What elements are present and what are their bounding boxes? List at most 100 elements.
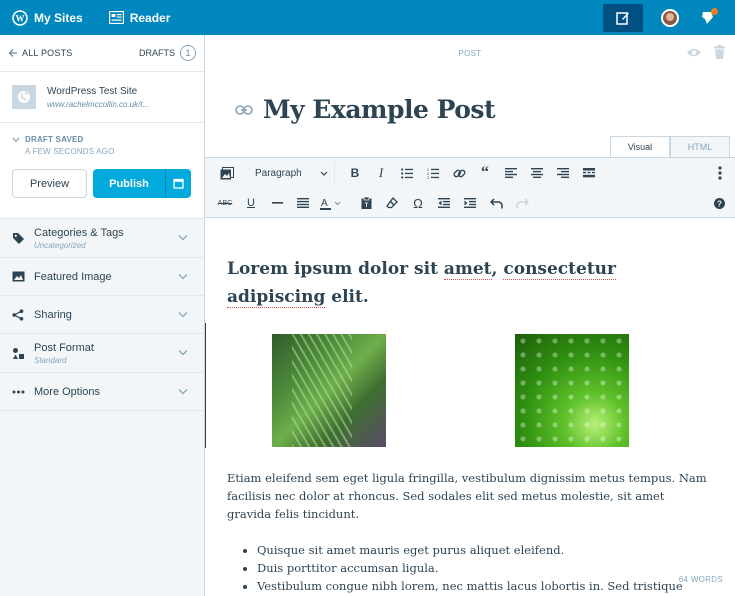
vertical-ellipsis-icon (718, 166, 722, 180)
site-title: WordPress Test Site (47, 85, 138, 97)
italic-icon: I (378, 165, 384, 180)
heading-text: , (491, 259, 504, 279)
gallery-image-fern[interactable] (272, 334, 386, 447)
sidebar-item-label: Featured Image (34, 270, 112, 283)
toolbar-toggle-button[interactable] (712, 165, 728, 181)
notifications-button[interactable] (701, 8, 718, 25)
my-sites-link[interactable]: W My Sites (0, 0, 91, 35)
undo-button[interactable] (488, 195, 504, 211)
justify-icon (297, 198, 309, 208)
strikethrough-icon: ABC (217, 199, 233, 207)
redo-button[interactable] (514, 195, 530, 211)
chevron-down-icon (178, 273, 188, 279)
sidebar-item-post-format[interactable]: Post Format Standard (0, 334, 204, 373)
schedule-button[interactable] (165, 169, 191, 198)
sidebar-item-more-options[interactable]: More Options (0, 373, 204, 411)
avatar[interactable] (661, 8, 679, 27)
drafts-count: 1 (180, 45, 196, 61)
editor-toolbar: Paragraph B I 123 “ ABC U A T Ω ? (205, 157, 735, 218)
format-select[interactable]: Paragraph (241, 162, 335, 184)
content-list[interactable]: Quisque sit amet mauris eget purus aliqu… (257, 541, 697, 595)
svg-text:?: ? (717, 199, 722, 208)
paste-text-button[interactable]: T (358, 195, 374, 211)
sidebar-item-label: Categories & Tags (34, 226, 124, 239)
share-icon (12, 308, 26, 321)
heading-misspelled-word[interactable]: consectetur (503, 259, 616, 280)
site-card[interactable]: WordPress Test Site www.rachelmccollin.c… (0, 72, 204, 123)
gallery-image-leaf[interactable] (515, 334, 629, 447)
preview-button[interactable]: Preview (12, 169, 87, 198)
editor-content[interactable]: Lorem ipsum dolor sit amet, consectetur … (227, 255, 707, 311)
permalink-icon[interactable] (235, 104, 253, 115)
special-character-button[interactable]: Ω (410, 195, 426, 211)
bullet-list-icon (401, 167, 413, 179)
chevron-down-icon (320, 171, 328, 176)
help-icon: ? (713, 197, 725, 209)
clipboard-icon: T (361, 197, 371, 209)
chevron-down-icon (178, 350, 188, 356)
sidebar-item-featured-image[interactable]: Featured Image (0, 258, 204, 296)
italic-button[interactable]: I (373, 165, 389, 181)
align-left-button[interactable] (503, 165, 519, 181)
drafts-link[interactable]: DRAFTS 1 (139, 45, 196, 61)
write-button[interactable] (603, 3, 643, 32)
help-button[interactable]: ? (711, 195, 727, 211)
tab-visual[interactable]: Visual (610, 136, 670, 157)
arrow-left-icon (8, 49, 17, 57)
horizontal-rule-button[interactable] (269, 195, 285, 211)
blockquote-button[interactable]: “ (477, 165, 493, 181)
svg-text:3: 3 (427, 176, 429, 179)
draft-status-label: DRAFT SAVED (25, 135, 84, 144)
post-type-label: POST (458, 49, 482, 58)
reader-link[interactable]: Reader (101, 0, 179, 35)
insert-link-button[interactable] (451, 165, 467, 181)
heading-misspelled-word[interactable]: adipiscing (227, 287, 326, 308)
post-title[interactable]: My Example Post (263, 95, 496, 124)
align-right-icon (557, 168, 569, 178)
insert-more-button[interactable] (581, 165, 597, 181)
strikethrough-button[interactable]: ABC (217, 195, 233, 211)
tab-html[interactable]: HTML (670, 136, 730, 157)
content-paragraph[interactable]: Etiam eleifend sem eget ligula fringilla… (227, 469, 707, 523)
write-icon (616, 11, 629, 25)
undo-icon (489, 197, 503, 208)
link-icon (452, 169, 466, 177)
list-item: Vestibulum congue nibh lorem, nec mattis… (257, 577, 697, 595)
add-media-button[interactable] (219, 165, 235, 181)
indent-button[interactable] (462, 195, 478, 211)
ellipsis-icon (12, 390, 26, 394)
sidebar-item-sharing[interactable]: Sharing (0, 296, 204, 334)
quote-icon: “ (481, 164, 489, 181)
align-center-button[interactable] (529, 165, 545, 181)
bullet-list-button[interactable] (399, 165, 415, 181)
publish-button[interactable]: Publish (93, 169, 165, 198)
all-posts-label: ALL POSTS (22, 48, 73, 58)
text-color-icon: A (320, 198, 341, 210)
image-gallery[interactable] (205, 323, 705, 448)
add-media-icon (220, 166, 234, 179)
text-color-button[interactable]: A (320, 195, 348, 211)
trash-button[interactable] (714, 45, 725, 59)
underline-icon: U (247, 197, 255, 209)
post-status: DRAFT SAVED A FEW SECONDS AGO Preview Pu… (0, 123, 204, 219)
read-more-icon (583, 168, 595, 178)
bold-button[interactable]: B (347, 165, 363, 181)
my-sites-label: My Sites (34, 10, 83, 25)
clear-formatting-button[interactable] (384, 195, 400, 211)
all-posts-link[interactable]: ALL POSTS (8, 48, 73, 58)
align-left-icon (505, 168, 517, 178)
heading-misspelled-word[interactable]: amet (443, 259, 492, 280)
preview-eye-button[interactable] (686, 47, 702, 58)
outdent-button[interactable] (436, 195, 452, 211)
svg-text:T: T (364, 203, 368, 209)
align-right-button[interactable] (555, 165, 571, 181)
draft-status[interactable]: DRAFT SAVED (12, 135, 192, 144)
horizontal-rule-icon (271, 202, 283, 204)
underline-button[interactable]: U (243, 195, 259, 211)
notification-dot (711, 8, 718, 15)
justify-button[interactable] (295, 195, 311, 211)
chevron-down-icon (178, 388, 188, 394)
editor-sidebar: ALL POSTS DRAFTS 1 WordPress Test Site w… (0, 35, 205, 596)
numbered-list-button[interactable]: 123 (425, 165, 441, 181)
sidebar-item-categories-tags[interactable]: Categories & Tags Uncategorized (0, 219, 204, 258)
